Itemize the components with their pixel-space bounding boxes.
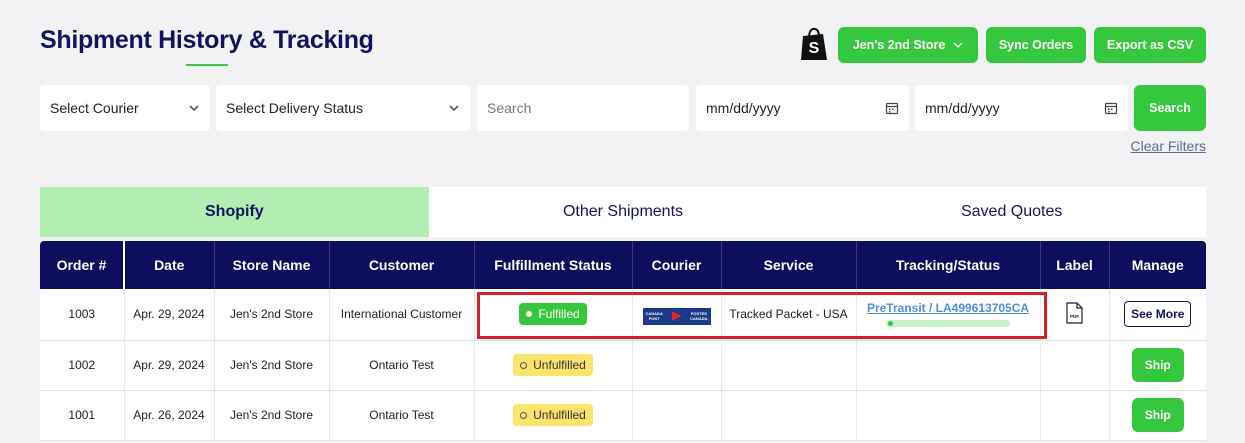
tab-other-shipments[interactable]: Other Shipments (429, 187, 818, 237)
column-header-date[interactable]: Date (124, 241, 215, 289)
column-header-manage[interactable]: Manage (1109, 241, 1206, 289)
fulfillment-cell: Fulfilled (474, 289, 633, 341)
store-name: Jen's 2nd Store (214, 340, 330, 391)
status-ring-icon (520, 361, 528, 369)
status-badge-label: Unfulfilled (533, 408, 586, 422)
column-header-tracking[interactable]: Tracking/Status (856, 241, 1041, 289)
tab-bar: Shopify Other Shipments Saved Quotes (40, 187, 1206, 237)
tab-shopify[interactable]: Shopify (40, 187, 429, 237)
status-badge: Unfulfilled (513, 354, 593, 376)
order-number: 1001 (40, 390, 125, 441)
canada-post-logo-text: CANADA POST (645, 311, 663, 321)
status-badge-label: Unfulfilled (533, 358, 586, 372)
calendar-icon[interactable] (885, 101, 899, 115)
search-button[interactable]: Search (1134, 85, 1206, 131)
customer-name: Ontario Test (329, 340, 475, 391)
search-placeholder: Search (487, 100, 532, 116)
manage-cell: See More (1109, 289, 1206, 341)
courier-cell (632, 340, 722, 391)
service-name: Tracked Packet - USA (721, 289, 857, 341)
courier-cell (632, 390, 722, 441)
manage-cell: Ship (1109, 390, 1206, 441)
table-row: 1001 Apr. 26, 2024 Jen's 2nd Store Ontar… (40, 390, 1206, 441)
page-title: Shipment History & Tracking (40, 26, 374, 54)
service-name (721, 340, 857, 391)
label-cell: PDF (1040, 289, 1110, 341)
courier-cell: CANADA POST POSTES CANADA (632, 289, 722, 341)
customer-name: Ontario Test (329, 390, 475, 441)
sync-orders-button[interactable]: Sync Orders (986, 27, 1086, 63)
order-date: Apr. 29, 2024 (124, 340, 215, 391)
fulfillment-cell: Unfulfilled (474, 340, 633, 391)
clear-filters-link[interactable]: Clear Filters (1131, 138, 1206, 154)
table-row: 1003 Apr. 29, 2024 Jen's 2nd Store Inter… (40, 289, 1206, 341)
store-selector-button[interactable]: Jen's 2nd Store (838, 27, 978, 63)
order-number: 1002 (40, 340, 125, 391)
status-dot-icon (526, 311, 533, 318)
column-header-fulfillment[interactable]: Fulfillment Status (474, 241, 633, 289)
column-header-label[interactable]: Label (1040, 241, 1110, 289)
manage-cell: Ship (1109, 340, 1206, 391)
tracking-cell: PreTransit / LA499613705CA (856, 289, 1041, 341)
shipments-table: Order # Date Store Name Customer Fulfill… (40, 241, 1206, 441)
pdf-icon[interactable]: PDF (1066, 302, 1083, 324)
title-underline (186, 64, 228, 66)
search-input[interactable]: Search (477, 85, 689, 131)
delivery-status-select[interactable]: Select Delivery Status (216, 85, 470, 131)
chevron-down-icon (953, 42, 963, 49)
see-more-button[interactable]: See More (1124, 301, 1192, 328)
table-header-row: Order # Date Store Name Customer Fulfill… (40, 241, 1206, 289)
order-date: Apr. 29, 2024 (124, 289, 215, 341)
column-header-store[interactable]: Store Name (214, 241, 330, 289)
postes-canada-logo-text: POSTES CANADA (690, 311, 708, 321)
store-name: Jen's 2nd Store (214, 390, 330, 441)
canada-post-flag-icon (671, 311, 682, 321)
courier-select[interactable]: Select Courier (40, 85, 210, 131)
date-to-input[interactable]: mm/dd/yyyy (915, 85, 1128, 131)
tracking-cell (856, 390, 1041, 441)
label-cell (1040, 390, 1110, 441)
fulfillment-cell: Unfulfilled (474, 390, 633, 441)
table-row: 1002 Apr. 29, 2024 Jen's 2nd Store Ontar… (40, 340, 1206, 391)
column-header-service[interactable]: Service (721, 241, 857, 289)
column-header-courier[interactable]: Courier (632, 241, 722, 289)
svg-text:PDF: PDF (1070, 314, 1079, 319)
order-date: Apr. 26, 2024 (124, 390, 215, 441)
export-csv-button[interactable]: Export as CSV (1094, 27, 1206, 63)
order-number: 1003 (40, 289, 125, 341)
status-ring-icon (520, 411, 528, 419)
calendar-icon[interactable] (1104, 101, 1118, 115)
svg-text:S: S (809, 40, 820, 57)
label-cell (1040, 340, 1110, 391)
status-badge: Fulfilled (519, 303, 587, 326)
status-badge-label: Fulfilled (538, 307, 580, 322)
status-badge: Unfulfilled (513, 404, 593, 426)
tracking-cell (856, 340, 1041, 391)
store-selector-label: Jen's 2nd Store (852, 38, 946, 52)
date-from-placeholder: mm/dd/yyyy (706, 100, 781, 116)
service-name (721, 390, 857, 441)
column-header-order[interactable]: Order # (40, 241, 125, 289)
canada-post-logo: CANADA POST POSTES CANADA (642, 307, 711, 325)
chevron-down-icon (449, 105, 459, 112)
delivery-status-label: Select Delivery Status (226, 100, 363, 116)
shopify-bag-icon: S (801, 27, 827, 60)
tracking-progress-bar (886, 320, 1010, 328)
column-header-customer[interactable]: Customer (329, 241, 475, 289)
tracking-link[interactable]: PreTransit / LA499613705CA (857, 301, 1040, 315)
ship-button[interactable]: Ship (1131, 348, 1184, 382)
customer-name: International Customer (329, 289, 475, 341)
date-from-input[interactable]: mm/dd/yyyy (696, 85, 909, 131)
courier-select-label: Select Courier (50, 100, 139, 116)
tracking-progress-dot (888, 321, 893, 327)
ship-button[interactable]: Ship (1131, 398, 1184, 432)
tab-saved-quotes[interactable]: Saved Quotes (817, 187, 1206, 237)
date-to-placeholder: mm/dd/yyyy (925, 100, 1000, 116)
store-name: Jen's 2nd Store (214, 289, 330, 341)
chevron-down-icon (189, 105, 199, 112)
